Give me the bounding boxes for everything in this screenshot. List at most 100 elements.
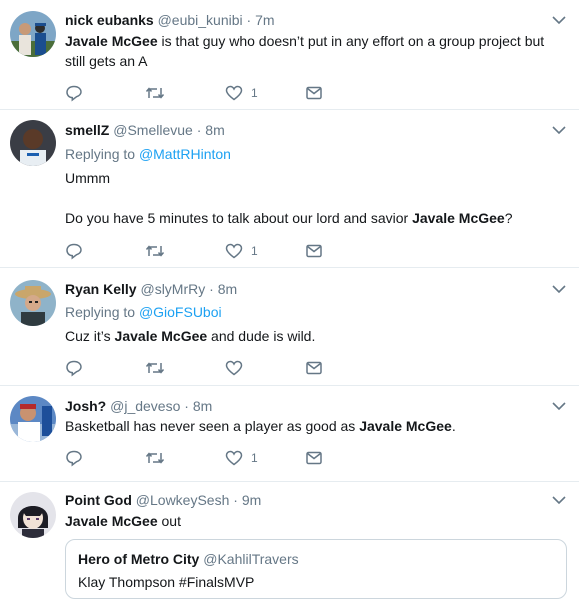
like-icon xyxy=(225,243,243,259)
tweet[interactable]: Ryan Kelly @slyMrRy · 8m Replying to @Gi… xyxy=(0,268,579,386)
tweet-text-line: Ummm xyxy=(65,170,111,186)
text-segment: out xyxy=(157,513,181,529)
reply-button[interactable] xyxy=(65,447,83,469)
tweet-actions xyxy=(65,357,345,379)
separator: · xyxy=(209,281,214,297)
retweet-button[interactable] xyxy=(145,447,165,469)
timestamp[interactable]: 9m xyxy=(242,492,261,508)
like-button[interactable]: 1 xyxy=(225,447,258,469)
highlight-text: Javale McGee xyxy=(412,210,505,226)
tweet-actions: 1 xyxy=(65,447,345,469)
avatar[interactable] xyxy=(10,492,56,538)
chevron-down-icon[interactable] xyxy=(551,492,567,508)
quoted-user-handle: @KahlilTravers xyxy=(203,551,299,567)
direct-message-button[interactable] xyxy=(305,447,323,469)
highlight-text: Javale McGee xyxy=(114,328,208,344)
replying-label: Replying to xyxy=(65,304,136,320)
tweet[interactable]: smellZ @Smellevue · 8m Replying to @Matt… xyxy=(0,110,579,268)
quoted-display-name: Hero of Metro City xyxy=(78,551,200,567)
retweet-button[interactable] xyxy=(145,357,165,379)
chevron-down-icon[interactable] xyxy=(551,12,567,28)
user-handle[interactable]: @Smellevue xyxy=(113,122,193,138)
separator: · xyxy=(233,492,238,508)
timestamp[interactable]: 8m xyxy=(205,122,224,138)
direct-message-button[interactable] xyxy=(305,357,323,379)
tweet-text-line: still gets an A xyxy=(65,53,148,69)
highlight-text: Javale McGee xyxy=(65,513,158,529)
tweet[interactable]: nick eubanks @eubi_kunibi · 7m Javale Mc… xyxy=(0,0,579,110)
like-button[interactable] xyxy=(225,357,243,379)
tweet-header: Josh? @j_deveso · 8m xyxy=(65,397,212,415)
retweet-icon xyxy=(145,362,165,374)
text-segment: and dude is wild. xyxy=(207,328,316,344)
tweet[interactable]: Point God @LowkeySesh · 9m Javale McGee … xyxy=(0,482,579,610)
text-segment: ? xyxy=(504,210,513,226)
message-icon xyxy=(306,244,322,258)
like-count: 1 xyxy=(251,244,258,258)
separator: · xyxy=(184,398,189,414)
reply-button[interactable] xyxy=(65,240,83,262)
timestamp[interactable]: 7m xyxy=(255,12,274,28)
tweet-header: Ryan Kelly @slyMrRy · 8m xyxy=(65,280,237,298)
tweet-header: smellZ @Smellevue · 8m xyxy=(65,121,225,139)
separator: · xyxy=(196,122,202,138)
text-segment: is that guy who doesn’t put in any effor… xyxy=(157,33,545,49)
reply-button[interactable] xyxy=(65,357,83,379)
user-handle[interactable]: @eubi_kunibi xyxy=(158,12,243,28)
like-button[interactable]: 1 xyxy=(225,82,258,104)
display-name[interactable]: Point God xyxy=(65,492,132,508)
tweet-text: Javale McGee is that guy who doesn’t put… xyxy=(65,31,544,51)
avatar[interactable] xyxy=(10,396,56,442)
separator: · xyxy=(246,12,252,28)
chevron-down-icon[interactable] xyxy=(551,122,567,138)
mention-link[interactable]: @GioFSUboi xyxy=(139,304,222,320)
quoted-tweet-text: Klay Thompson #FinalsMVP xyxy=(78,574,255,590)
message-icon xyxy=(306,361,322,375)
user-handle[interactable]: @LowkeySesh xyxy=(136,492,230,508)
retweet-button[interactable] xyxy=(145,82,165,104)
quoted-tweet[interactable]: Hero of Metro City @KahlilTravers Klay T… xyxy=(65,539,567,599)
avatar[interactable] xyxy=(10,280,56,326)
avatar[interactable] xyxy=(10,11,56,57)
message-icon xyxy=(306,86,322,100)
retweet-button[interactable] xyxy=(145,240,165,262)
display-name[interactable]: nick eubanks xyxy=(65,12,154,28)
text-segment: . xyxy=(451,418,456,434)
replying-label: Replying to xyxy=(65,146,136,162)
retweet-icon xyxy=(145,245,165,257)
reply-icon xyxy=(66,243,82,260)
text-segment: Cuz it’s xyxy=(65,328,115,344)
quoted-tweet-header: Hero of Metro City @KahlilTravers xyxy=(78,550,554,568)
like-count: 1 xyxy=(251,86,258,100)
tweet-text: Cuz it’s Javale McGee and dude is wild. xyxy=(65,326,315,346)
direct-message-button[interactable] xyxy=(305,240,323,262)
display-name[interactable]: smellZ xyxy=(65,122,109,138)
replying-to: Replying to @GioFSUboi xyxy=(65,302,222,322)
direct-message-button[interactable] xyxy=(305,82,323,104)
display-name[interactable]: Ryan Kelly xyxy=(65,281,137,297)
tweet-actions: 1 xyxy=(65,82,345,104)
timestamp[interactable]: 8m xyxy=(218,281,237,297)
replying-to: Replying to @MattRHinton xyxy=(65,144,231,164)
retweet-icon xyxy=(145,452,165,464)
avatar[interactable] xyxy=(10,120,56,166)
user-handle[interactable]: @j_deveso xyxy=(110,398,180,414)
chevron-down-icon[interactable] xyxy=(551,398,567,414)
tweet-text: Javale McGee out xyxy=(65,511,181,531)
tweet-header: nick eubanks @eubi_kunibi · 7m xyxy=(65,11,275,29)
tweet-text: Basketball has never seen a player as go… xyxy=(65,416,456,436)
like-icon xyxy=(225,360,243,376)
reply-icon xyxy=(66,85,82,102)
chevron-down-icon[interactable] xyxy=(551,281,567,297)
timestamp[interactable]: 8m xyxy=(193,398,212,414)
display-name[interactable]: Josh? xyxy=(65,398,106,414)
like-icon xyxy=(225,450,243,466)
reply-button[interactable] xyxy=(65,82,83,104)
tweet[interactable]: Josh? @j_deveso · 8m Basketball has neve… xyxy=(0,386,579,482)
user-handle[interactable]: @slyMrRy xyxy=(140,281,205,297)
retweet-icon xyxy=(145,87,165,99)
like-button[interactable]: 1 xyxy=(225,240,258,262)
highlight-text: Javale McGee xyxy=(65,33,158,49)
tweet-header: Point God @LowkeySesh · 9m xyxy=(65,491,261,509)
mention-link[interactable]: @MattRHinton xyxy=(139,146,231,162)
